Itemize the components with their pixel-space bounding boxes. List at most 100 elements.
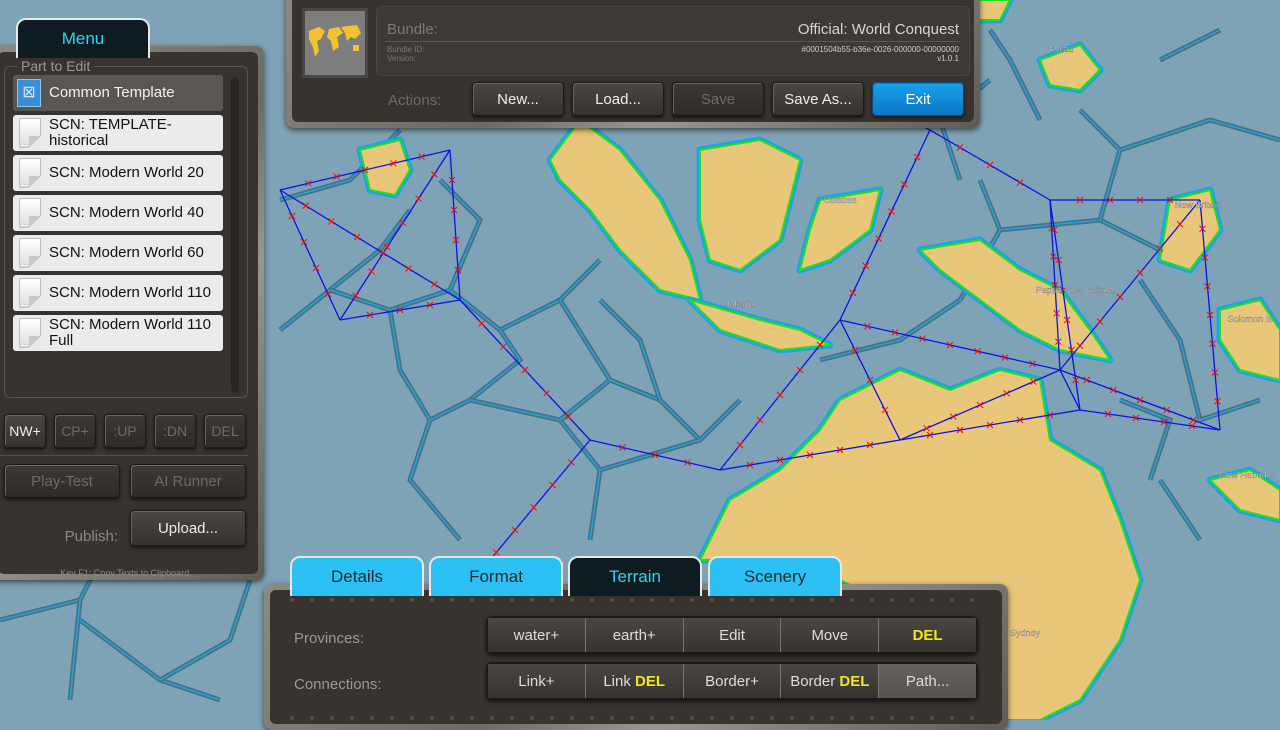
rivet	[650, 716, 654, 720]
rivet	[810, 716, 814, 720]
rivet	[950, 598, 954, 602]
rivet	[370, 598, 374, 602]
part-item-label: SCN: Modern World 110 Full	[49, 316, 212, 349]
border-plus-button[interactable]: Border+	[683, 664, 782, 698]
play-test-button[interactable]: Play-Test	[4, 464, 120, 498]
rivet	[870, 598, 874, 602]
link-delete-button[interactable]: Link DEL	[585, 664, 684, 698]
save-button[interactable]: Save	[672, 82, 764, 116]
tab-terrain[interactable]: Terrain	[568, 556, 702, 596]
rivet	[630, 598, 634, 602]
bundle-panel: Bundle: Official: World Conquest Bundle …	[286, 0, 980, 128]
part-item-label: SCN: Modern World 40	[49, 204, 204, 221]
rivet	[830, 598, 834, 602]
part-item-modern-world-110-full[interactable]: SCN: Modern World 110 Full	[13, 315, 223, 351]
publish-label: Publish:	[64, 528, 118, 545]
bundle-id-label: Bundle ID:	[387, 45, 425, 54]
move-button[interactable]: Move	[781, 618, 880, 652]
border-delete-button[interactable]: Border DEL	[781, 664, 880, 698]
edit-button[interactable]: Edit	[683, 618, 782, 652]
save-as-button[interactable]: Save As...	[772, 82, 864, 116]
rivet	[630, 716, 634, 720]
part-item-modern-world-20[interactable]: SCN: Modern World 20	[13, 155, 223, 191]
bundle-name: Official: World Conquest	[797, 21, 959, 38]
rivet	[650, 598, 654, 602]
link-plus-button[interactable]: Link+	[488, 664, 586, 698]
rivet	[910, 716, 914, 720]
part-item-modern-world-110[interactable]: SCN: Modern World 110	[13, 275, 223, 311]
part-item-common-template[interactable]: ⊠ Common Template	[13, 75, 223, 111]
divider	[0, 455, 248, 456]
rivet	[830, 716, 834, 720]
move-up-button[interactable]: :UP	[104, 414, 146, 448]
rivet	[370, 716, 374, 720]
rivet	[710, 598, 714, 602]
rivet	[310, 598, 314, 602]
load-button[interactable]: Load...	[572, 82, 664, 116]
document-icon	[19, 238, 41, 268]
divider	[385, 41, 961, 42]
actions-label: Actions:	[388, 92, 442, 109]
rivet	[290, 598, 294, 602]
new-part-button[interactable]: NW+	[4, 414, 46, 448]
part-item-modern-world-40[interactable]: SCN: Modern World 40	[13, 195, 223, 231]
version-label: Version:	[387, 54, 416, 63]
del-label: DEL	[635, 672, 666, 690]
province-delete-button[interactable]: DEL	[879, 618, 976, 652]
part-item-template-historical[interactable]: SCN: TEMPLATE-historical	[13, 115, 223, 151]
rivet	[730, 716, 734, 720]
part-list-scrollbar[interactable]	[231, 77, 239, 393]
document-icon	[19, 318, 41, 348]
del-label: DEL	[839, 672, 870, 690]
map-label: Jakarta	[725, 299, 755, 309]
tab-scenery[interactable]: Scenery	[708, 556, 842, 596]
rivet	[470, 716, 474, 720]
rivet	[670, 716, 674, 720]
menu-tab[interactable]: Menu	[16, 18, 150, 58]
part-item-modern-world-60[interactable]: SCN: Modern World 60	[13, 235, 223, 271]
rivet	[570, 598, 574, 602]
rivet	[850, 716, 854, 720]
new-button[interactable]: New...	[472, 82, 564, 116]
rivet	[790, 716, 794, 720]
rivet	[790, 598, 794, 602]
upload-button[interactable]: Upload...	[130, 510, 246, 546]
rivet	[770, 598, 774, 602]
part-to-edit-group: Part to Edit ⊠ Common Template SCN: TEMP…	[4, 58, 248, 398]
connections-label: Connections:	[294, 676, 382, 693]
ai-runner-button[interactable]: AI Runner	[130, 464, 246, 498]
rivet	[310, 716, 314, 720]
rivet	[610, 716, 614, 720]
blueprint-icon: ⊠	[17, 79, 41, 107]
rivet	[390, 598, 394, 602]
path-button[interactable]: Path...	[879, 664, 976, 698]
rivet	[970, 716, 974, 720]
part-item-label: SCN: Modern World 110	[49, 284, 212, 301]
part-item-label: Common Template	[49, 84, 175, 101]
exit-button[interactable]: Exit	[872, 82, 964, 116]
menu-panel: Part to Edit ⊠ Common Template SCN: TEMP…	[0, 46, 264, 580]
connections-toolbar: Link+ Link DEL Border+ Border DEL Path..…	[486, 662, 978, 700]
rivet	[510, 716, 514, 720]
provinces-toolbar: water+ earth+ Edit Move DEL	[486, 616, 978, 654]
bundle-thumbnail	[302, 8, 368, 78]
rivet	[810, 598, 814, 602]
move-down-button[interactable]: :DN	[154, 414, 196, 448]
rivet	[430, 716, 434, 720]
rivet	[970, 598, 974, 602]
rivet	[590, 598, 594, 602]
tab-format[interactable]: Format	[429, 556, 563, 596]
rivet	[550, 716, 554, 720]
rivet	[930, 598, 934, 602]
version-value: v1.0.1	[937, 54, 959, 63]
rivet	[350, 716, 354, 720]
part-item-label: SCN: TEMPLATE-historical	[49, 116, 172, 149]
tab-details[interactable]: Details	[290, 556, 424, 596]
rivet	[550, 598, 554, 602]
delete-part-button[interactable]: DEL	[204, 414, 246, 448]
water-plus-button[interactable]: water+	[488, 618, 586, 652]
earth-plus-button[interactable]: earth+	[585, 618, 684, 652]
rivet	[890, 598, 894, 602]
rivet	[930, 716, 934, 720]
copy-part-button[interactable]: CP+	[54, 414, 96, 448]
